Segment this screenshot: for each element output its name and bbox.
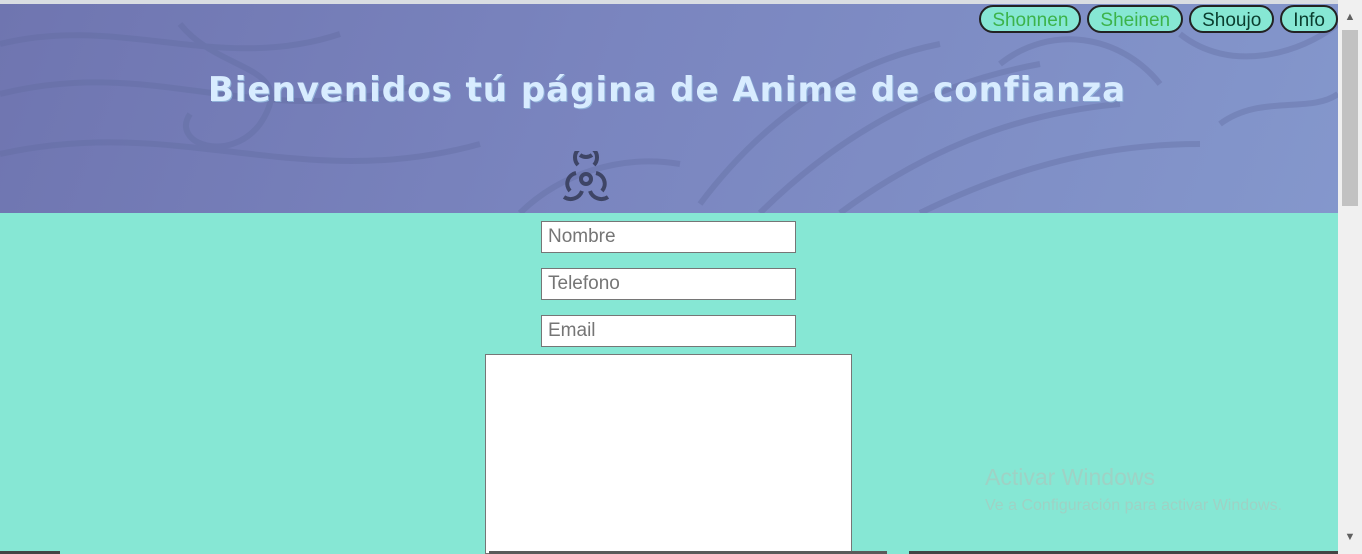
nav-shonnen-button[interactable]: Shonnen (979, 5, 1082, 33)
scroll-thumb[interactable] (1342, 30, 1358, 206)
watermark-subtitle: Ve a Configuración para activar Windows. (985, 497, 1283, 514)
scroll-up-arrow-icon[interactable]: ▲ (1338, 8, 1362, 26)
watermark-title: Activar Windows (985, 464, 1155, 490)
nav-sheinen-button[interactable]: Sheinen (1087, 5, 1184, 33)
email-input[interactable] (541, 315, 796, 347)
page-title: Bienvenidos tú página de Anime de confia… (207, 70, 1127, 110)
windows-activation-watermark: Activar Windows Ve a Configuración para … (985, 464, 1282, 515)
name-input[interactable] (541, 221, 796, 253)
vertical-scrollbar[interactable]: ▲ ▼ (1338, 0, 1362, 554)
top-nav: Shonnen Sheinen Shoujo Info (979, 5, 1338, 33)
phone-input[interactable] (541, 268, 796, 300)
page-header: Bienvenidos tú página de Anime de confia… (0, 4, 1338, 213)
biohazard-icon (562, 151, 610, 201)
nav-info-button[interactable]: Info (1280, 5, 1338, 33)
scroll-down-arrow-icon[interactable]: ▼ (1338, 528, 1362, 546)
message-textarea[interactable] (485, 354, 852, 554)
nav-shoujo-button[interactable]: Shoujo (1189, 5, 1275, 33)
